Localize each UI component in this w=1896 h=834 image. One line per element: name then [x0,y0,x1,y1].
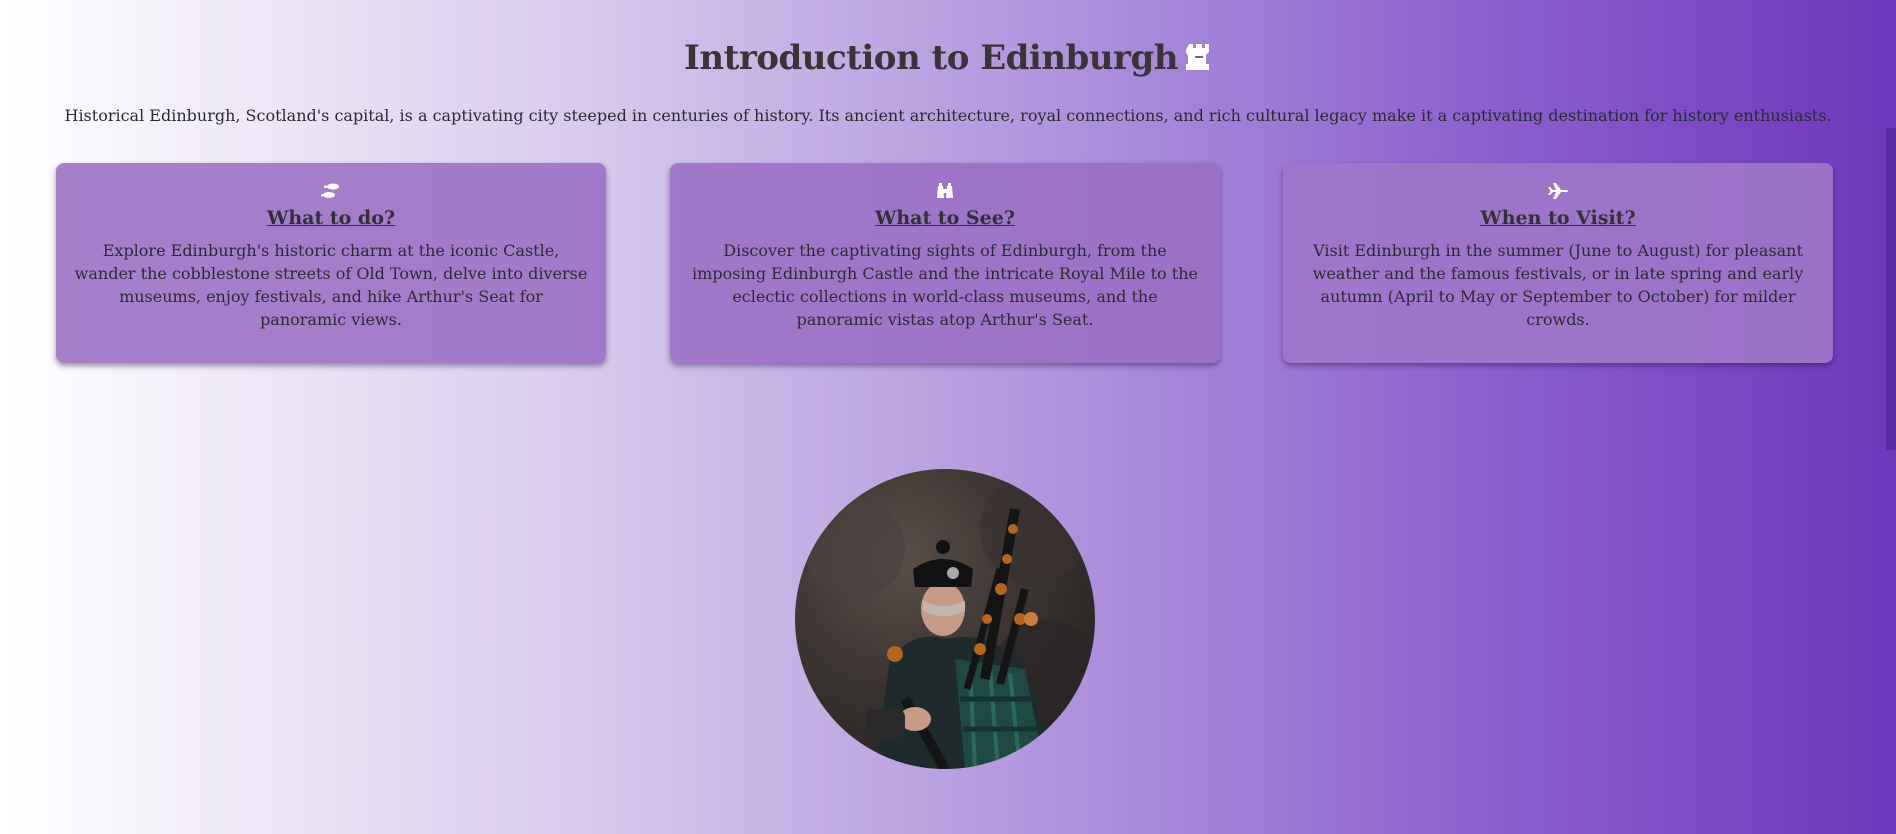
card-title: What to do? [266,207,395,229]
binoculars-icon [935,183,955,199]
card-when-to-visit: When to Visit? Visit Edinburgh in the su… [1283,163,1833,363]
castle-rook-icon [1184,41,1212,81]
card-text: Explore Edinburgh's historic charm at th… [74,241,588,329]
info-cards: What to do? Explore Edinburgh's historic… [56,163,1834,365]
card-text: Visit Edinburgh in the summer (June to A… [1312,241,1804,329]
intro-paragraph: Historical Edinburgh, Scotland's capital… [64,106,1832,125]
bagpiper-photo [795,469,1095,769]
plane-icon [1548,183,1568,199]
footprints-icon [321,183,341,199]
page-title: Introduction to Edinburgh [0,38,1896,81]
page-title-text: Introduction to Edinburgh [684,38,1178,78]
card-what-to-see: What to See? Discover the captivating si… [670,163,1220,363]
card-text: Discover the captivating sights of Edinb… [692,241,1198,329]
card-title: When to Visit? [1480,207,1636,229]
scrollbar-thumb[interactable] [1886,128,1896,450]
card-what-to-do: What to do? Explore Edinburgh's historic… [56,163,606,363]
card-title: What to See? [875,207,1015,229]
